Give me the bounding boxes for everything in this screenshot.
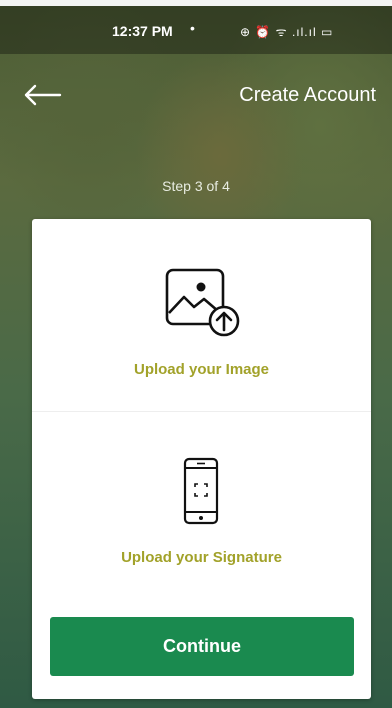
app-header: Create Account: [0, 68, 392, 118]
upload-image-label: Upload your Image: [133, 361, 270, 378]
upload-card: Upload your Image Upload your Signature …: [32, 219, 371, 699]
back-arrow-icon[interactable]: [24, 84, 62, 106]
page-title: Create Account: [239, 84, 376, 106]
step-indicator: Step 3 of 4: [162, 178, 230, 194]
upload-signature-option[interactable]: Upload your Signature: [32, 412, 371, 592]
status-icons: ⊕ ⏰ ᯤ .ıl.ıl ▭: [240, 25, 334, 39]
status-separator: •: [190, 20, 195, 36]
image-upload-icon: [165, 268, 240, 337]
continue-button[interactable]: Continue: [50, 617, 354, 676]
app-screen: 12:37 PM • ⊕ ⏰ ᯤ .ıl.ıl ▭ Create Account…: [0, 6, 392, 708]
upload-image-option[interactable]: Upload your Image: [32, 219, 371, 411]
phone-scan-icon: [183, 457, 219, 525]
status-time: 12:37 PM: [112, 23, 173, 39]
upload-signature-label: Upload your Signature: [121, 549, 282, 566]
status-bar: 12:37 PM • ⊕ ⏰ ᯤ .ıl.ıl ▭: [0, 6, 392, 54]
